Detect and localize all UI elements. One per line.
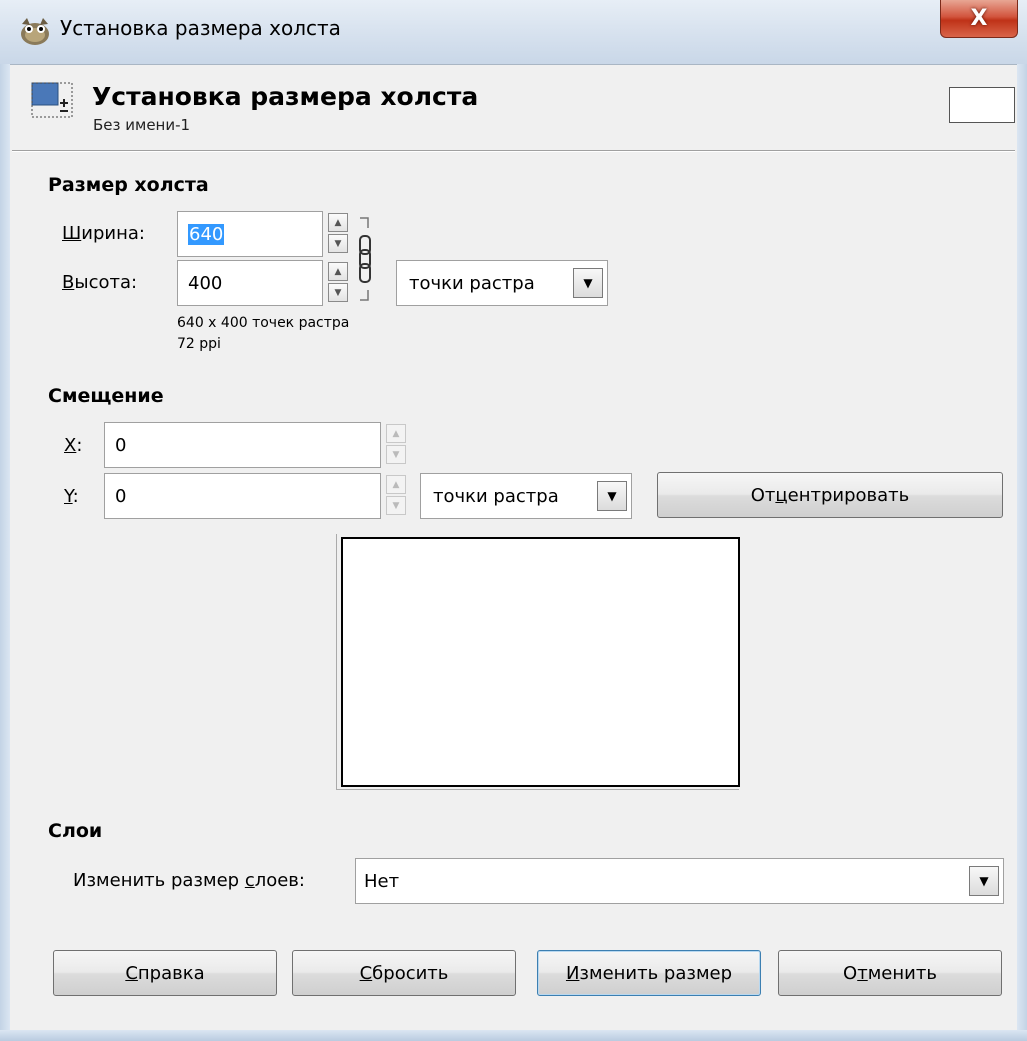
canvas-size-info: 640 x 400 точек растра: [177, 315, 350, 331]
offset-section-title: Смещение: [48, 385, 164, 407]
height-spin-buttons[interactable]: ▲ ▼: [328, 262, 348, 302]
offset-x-spin-up[interactable]: ▲: [386, 424, 406, 443]
chevron-down-icon: ▼: [573, 268, 603, 298]
window-title: Установка размера холста: [60, 16, 341, 40]
header-separator: [12, 150, 1015, 152]
resize-layers-label: Изменить размер слоев:: [73, 870, 305, 891]
offset-y-value: 0: [115, 485, 127, 507]
canvas-size-icon: [31, 82, 73, 118]
height-label: Высота:: [62, 272, 138, 293]
offset-y-input[interactable]: 0: [104, 473, 381, 519]
canvas-unit-value: точки растра: [409, 272, 535, 294]
offset-y-label: Y:: [64, 486, 79, 507]
height-spin-down[interactable]: ▼: [328, 283, 348, 302]
offset-unit-dropdown[interactable]: точки растра ▼: [420, 473, 632, 519]
offset-x-value: 0: [115, 434, 127, 456]
offset-preview-canvas[interactable]: [341, 537, 740, 787]
canvas-unit-dropdown[interactable]: точки растра ▼: [396, 260, 608, 306]
width-spin-buttons[interactable]: ▲ ▼: [328, 213, 348, 253]
offset-x-spin-down[interactable]: ▼: [386, 445, 406, 464]
close-icon: X: [970, 6, 988, 31]
chain-link-icon[interactable]: [354, 214, 376, 304]
offset-y-spin-down[interactable]: ▼: [386, 496, 406, 515]
image-name: Без имени-1: [93, 116, 191, 134]
width-spin-down[interactable]: ▼: [328, 234, 348, 253]
layers-section-title: Слои: [48, 820, 103, 842]
canvas-size-section-title: Размер холста: [48, 174, 209, 196]
resize-layers-value: Нет: [364, 870, 400, 892]
gimp-icon: [21, 18, 49, 45]
offset-y-spin-up[interactable]: ▲: [386, 475, 406, 494]
width-input[interactable]: 640: [177, 211, 323, 257]
offset-y-spin-buttons[interactable]: ▲ ▼: [386, 475, 406, 515]
chevron-down-icon: ▼: [969, 866, 999, 896]
width-value: 640: [188, 223, 225, 245]
offset-unit-value: точки растра: [433, 485, 559, 507]
offset-x-input[interactable]: 0: [104, 422, 381, 468]
height-spin-up[interactable]: ▲: [328, 262, 348, 281]
window-frame-bottom: [0, 1030, 1027, 1041]
center-button[interactable]: От ц ентрировать: [657, 472, 1003, 518]
window-frame-right: [1017, 64, 1027, 1041]
close-button[interactable]: X: [940, 0, 1018, 38]
chevron-down-icon: ▼: [597, 481, 627, 511]
window-frame-left: [0, 64, 10, 1041]
offset-x-label: X:: [64, 435, 83, 456]
reset-button[interactable]: Сбросить: [292, 950, 516, 996]
image-thumbnail: [949, 87, 1015, 123]
resize-layers-dropdown[interactable]: Нет ▼: [355, 858, 1004, 904]
cancel-button[interactable]: От менить: [778, 950, 1002, 996]
height-input[interactable]: 400: [177, 260, 323, 306]
dialog-heading: Установка размера холста: [92, 82, 479, 111]
canvas-resolution-info: 72 ppi: [177, 336, 221, 352]
height-value: 400: [188, 272, 223, 294]
offset-x-spin-buttons[interactable]: ▲ ▼: [386, 424, 406, 464]
width-label: Ширина:: [62, 223, 145, 244]
resize-button[interactable]: Изменить размер: [537, 950, 761, 996]
help-button[interactable]: Справка: [53, 950, 277, 996]
width-spin-up[interactable]: ▲: [328, 213, 348, 232]
